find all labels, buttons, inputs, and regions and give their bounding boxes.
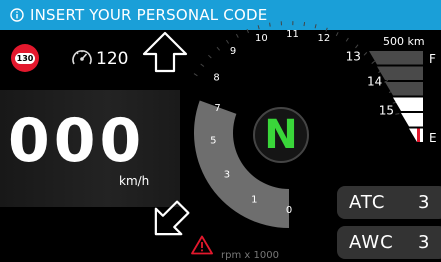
- atc-value: 3: [418, 192, 430, 213]
- fuel-bar: [393, 97, 423, 111]
- fuel-bar: [409, 128, 423, 142]
- fuel-gauge: [369, 51, 423, 142]
- fuel-bar: [401, 113, 423, 127]
- warning-icon: [191, 235, 213, 255]
- fuel-bar: [369, 51, 423, 65]
- instrument-cluster: INSERT YOUR PERSONAL CODE 130 120 000 km…: [0, 0, 441, 262]
- rpm-unit: rpm x 1000: [221, 250, 279, 261]
- awc-value: 3: [418, 232, 430, 253]
- awc-label: AWC: [349, 232, 394, 253]
- awc-panel[interactable]: AWC 3: [337, 226, 441, 259]
- fuel-bar: [377, 66, 423, 80]
- atc-label: ATC: [349, 192, 386, 213]
- fuel-bar: [385, 82, 423, 96]
- fuel-bars: [369, 51, 423, 142]
- fuel-full-label: F: [429, 52, 436, 66]
- fuel-reserve-marker: [417, 128, 420, 142]
- fuel-empty-label: E: [429, 131, 437, 145]
- atc-panel[interactable]: ATC 3: [337, 186, 441, 219]
